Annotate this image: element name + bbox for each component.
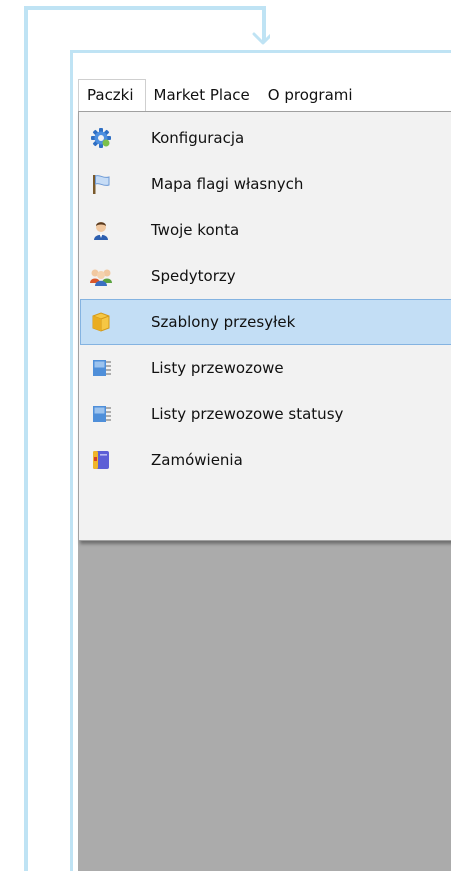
user-icon	[89, 218, 113, 242]
guide-arrow-icon	[252, 30, 270, 48]
order-book-icon	[89, 448, 113, 472]
flag-icon	[89, 172, 113, 196]
menu-market-place[interactable]: Market Place	[146, 79, 260, 111]
menu-item-listy-przewozowe[interactable]: Listy przewozowe	[80, 345, 451, 391]
menu-item-listy-przewozowe-statusy[interactable]: Listy przewozowe statusy	[80, 391, 451, 437]
menu-bar: Paczki Market Place O programi	[78, 79, 451, 111]
menu-item-label: Listy przewozowe statusy	[151, 405, 344, 423]
paczki-dropdown-menu: Konfiguracja Mapa flagi własnych Twoje k…	[78, 111, 451, 541]
app-window: Paczki Market Place O programi Konfigura…	[70, 50, 451, 871]
menu-item-szablony-przesylek[interactable]: Szablony przesyłek	[80, 299, 451, 345]
users-group-icon	[89, 264, 113, 288]
menu-item-label: Zamówienia	[151, 451, 243, 469]
document-list-icon	[89, 356, 113, 380]
menu-item-label: Konfiguracja	[151, 129, 245, 147]
menu-paczki[interactable]: Paczki	[78, 79, 146, 111]
gear-icon	[89, 126, 113, 150]
menu-item-spedytorzy[interactable]: Spedytorzy	[80, 253, 451, 299]
document-list-icon	[89, 402, 113, 426]
menu-item-zamowienia[interactable]: Zamówienia	[80, 437, 451, 483]
menu-o-programie[interactable]: O programi	[260, 79, 363, 111]
guide-line-left	[24, 6, 28, 871]
menu-item-label: Szablony przesyłek	[151, 313, 296, 331]
menu-item-twoje-konta[interactable]: Twoje konta	[80, 207, 451, 253]
menu-item-label: Mapa flagi własnych	[151, 175, 304, 193]
menu-item-label: Spedytorzy	[151, 267, 236, 285]
screenshot-canvas: Paczki Market Place O programi Konfigura…	[0, 0, 451, 871]
package-icon	[89, 310, 113, 334]
menu-item-mapa-flagi[interactable]: Mapa flagi własnych	[80, 161, 451, 207]
menu-item-konfiguracja[interactable]: Konfiguracja	[80, 115, 451, 161]
guide-line-top	[24, 6, 266, 10]
menu-item-label: Twoje konta	[151, 221, 240, 239]
menu-item-label: Listy przewozowe	[151, 359, 284, 377]
